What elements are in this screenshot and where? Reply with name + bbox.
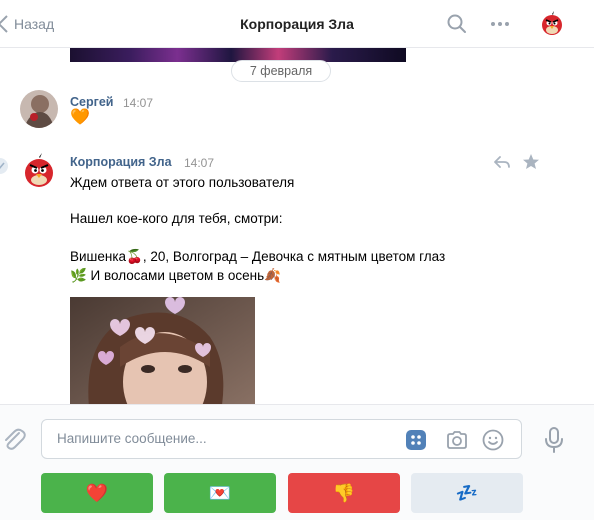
- more-icon[interactable]: [488, 12, 512, 36]
- message-text: 🧡: [70, 109, 90, 126]
- camera-icon[interactable]: [445, 428, 469, 452]
- angry-bird-icon: [538, 10, 566, 38]
- message-time[interactable]: 14:07: [123, 96, 153, 110]
- message-text-line: Нашел кое-кого для тебя, смотри:: [70, 211, 283, 226]
- portrait-photo: [70, 297, 255, 404]
- message-text-line: Вишенка🍒, 20, Волгоград – Девочка с мятн…: [70, 249, 446, 264]
- date-separator: 7 февраля: [231, 60, 331, 82]
- composer: Напишите сообщение... ❤️ 💌 👎 💤: [0, 404, 594, 520]
- smile-icon[interactable]: [481, 428, 505, 452]
- message-input-placeholder: Напишите сообщение...: [57, 431, 207, 446]
- message-author[interactable]: Корпорация Зла: [70, 155, 172, 169]
- chat-header: Назад Корпорация Зла: [0, 0, 594, 48]
- microphone-icon[interactable]: [540, 425, 568, 455]
- message-text-line: Ждем ответа от этого пользователя: [70, 175, 295, 190]
- reply-icon[interactable]: [492, 152, 512, 172]
- message-time[interactable]: 14:07: [184, 156, 214, 170]
- user-photo-icon: [20, 90, 58, 128]
- keyboard-button-dislike[interactable]: 👎: [288, 473, 400, 513]
- back-button[interactable]: Назад: [0, 0, 54, 48]
- keyboard-button-letter[interactable]: 💌: [164, 473, 276, 513]
- avatar[interactable]: [20, 90, 58, 128]
- paperclip-icon[interactable]: [0, 425, 28, 453]
- keyboard-button-heart[interactable]: ❤️: [41, 473, 153, 513]
- star-icon[interactable]: [521, 152, 541, 172]
- keyboard-button-label: ❤️: [85, 482, 109, 503]
- selected-check-icon[interactable]: [0, 158, 8, 174]
- keyboard-button-label: 💤: [455, 482, 479, 503]
- message-input[interactable]: Напишите сообщение...: [41, 419, 522, 459]
- message-author[interactable]: Сергей: [70, 95, 113, 109]
- keyboard-button-label: 👎: [332, 482, 356, 503]
- chat-avatar[interactable]: [538, 10, 566, 38]
- back-label: Назад: [14, 16, 55, 32]
- chevron-left-icon: [0, 15, 8, 33]
- keyboard-button-sleep[interactable]: 💤: [411, 473, 523, 513]
- angry-bird-icon: [20, 152, 58, 190]
- message-list: 7 февраля Сергей 14:07 🧡 Корпорация Зла …: [0, 48, 594, 404]
- photo-attachment[interactable]: [70, 297, 255, 404]
- search-icon[interactable]: [445, 12, 469, 36]
- keyboard-grid-icon[interactable]: [404, 428, 428, 452]
- keyboard-button-label: 💌: [208, 482, 232, 503]
- avatar[interactable]: [20, 152, 58, 190]
- message-text-line: 🌿 И волосами цветом в осень🍂: [70, 268, 281, 283]
